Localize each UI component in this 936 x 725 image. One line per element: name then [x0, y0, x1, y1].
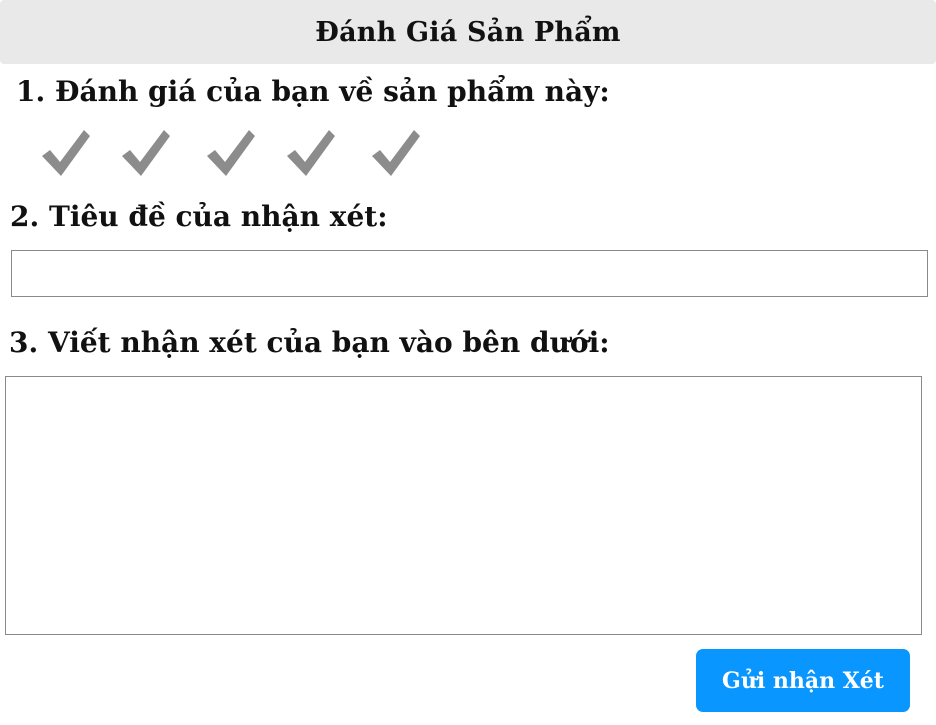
- rating-checkmarks: [38, 126, 458, 182]
- review-body-textarea[interactable]: [5, 376, 922, 635]
- rating-checkmark-3-icon[interactable]: [203, 126, 259, 182]
- rating-checkmark-1-icon[interactable]: [38, 126, 94, 182]
- review-title-input[interactable]: [11, 250, 928, 297]
- rating-checkmark-2-icon[interactable]: [118, 126, 174, 182]
- rating-checkmark-4-icon[interactable]: [283, 126, 339, 182]
- page-title: Đánh Giá Sản Phẩm: [315, 16, 621, 48]
- review-title-label: 2. Tiêu đề của nhận xét:: [10, 200, 388, 233]
- rating-checkmark-5-icon[interactable]: [368, 126, 424, 182]
- review-body-label: 3. Viết nhận xét của bạn vào bên dưới:: [9, 326, 610, 359]
- page-header: Đánh Giá Sản Phẩm: [0, 0, 936, 64]
- submit-review-button[interactable]: Gửi nhận Xét: [696, 649, 910, 712]
- rating-label: 1. Đánh giá của bạn về sản phẩm này:: [16, 75, 610, 108]
